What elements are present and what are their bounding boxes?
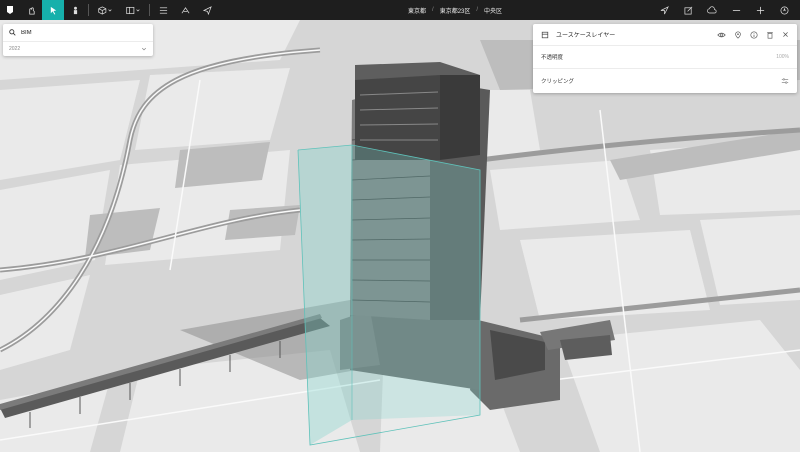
- delete-trash-icon[interactable]: [766, 31, 774, 39]
- location-arrow-icon[interactable]: [654, 0, 674, 20]
- clipping-box: [297, 144, 481, 446]
- opacity-row[interactable]: 不透明度 100%: [533, 46, 797, 69]
- opacity-value[interactable]: 100%: [776, 54, 789, 60]
- visibility-eye-icon[interactable]: [717, 31, 726, 39]
- toolbar-divider: [149, 4, 150, 16]
- layout-tool-icon[interactable]: [119, 0, 147, 20]
- map-pin-icon[interactable]: [734, 30, 742, 39]
- info-icon[interactable]: [750, 30, 758, 39]
- top-toolbar: 東京都 / 東京都23区 / 中央区: [0, 0, 800, 20]
- layer-icon: [541, 31, 549, 39]
- close-icon[interactable]: [782, 31, 789, 38]
- select-tool-icon[interactable]: [42, 0, 64, 20]
- year-select[interactable]: 2022: [3, 42, 153, 55]
- edit-icon[interactable]: [678, 0, 698, 20]
- list-tool-icon[interactable]: [152, 0, 174, 20]
- breadcrumb-separator: /: [432, 7, 434, 13]
- toolbar-divider: [88, 4, 89, 16]
- breadcrumb: 東京都 / 東京都23区 / 中央区: [408, 0, 502, 20]
- breadcrumb-item-wards[interactable]: 東京都23区: [440, 6, 471, 15]
- compass-icon[interactable]: [774, 0, 794, 20]
- search-panel: 2022: [3, 24, 153, 56]
- app-logo-icon[interactable]: [0, 0, 20, 20]
- year-select-value: 2022: [9, 45, 21, 52]
- search-input[interactable]: [21, 29, 141, 36]
- zoom-out-icon[interactable]: [726, 0, 746, 20]
- cloud-icon[interactable]: [702, 0, 722, 20]
- send-tool-icon[interactable]: [196, 0, 218, 20]
- story-tool-icon[interactable]: [174, 0, 196, 20]
- layer-panel-header: ユースケースレイヤー: [533, 24, 797, 46]
- clipping-label: クリッピング: [541, 78, 575, 85]
- opacity-label: 不透明度: [541, 55, 564, 61]
- layer-panel-title: ユースケースレイヤー: [556, 33, 616, 39]
- clipping-row[interactable]: クリッピング: [533, 69, 797, 92]
- pointer-tool-icon[interactable]: [20, 0, 42, 20]
- settings-sliders-icon[interactable]: [781, 77, 789, 85]
- breadcrumb-item-ward[interactable]: 中央区: [484, 6, 502, 15]
- person-tool-icon[interactable]: [64, 0, 86, 20]
- search-row: [3, 24, 153, 42]
- cube-tool-icon[interactable]: [91, 0, 119, 20]
- zoom-in-icon[interactable]: [750, 0, 770, 20]
- breadcrumb-item-prefecture[interactable]: 東京都: [408, 6, 426, 15]
- breadcrumb-separator: /: [476, 7, 479, 13]
- chevron-down-icon: [141, 46, 147, 52]
- layer-panel: ユースケースレイヤー 不透明度 100% クリッピング: [533, 24, 797, 93]
- search-icon: [9, 29, 16, 36]
